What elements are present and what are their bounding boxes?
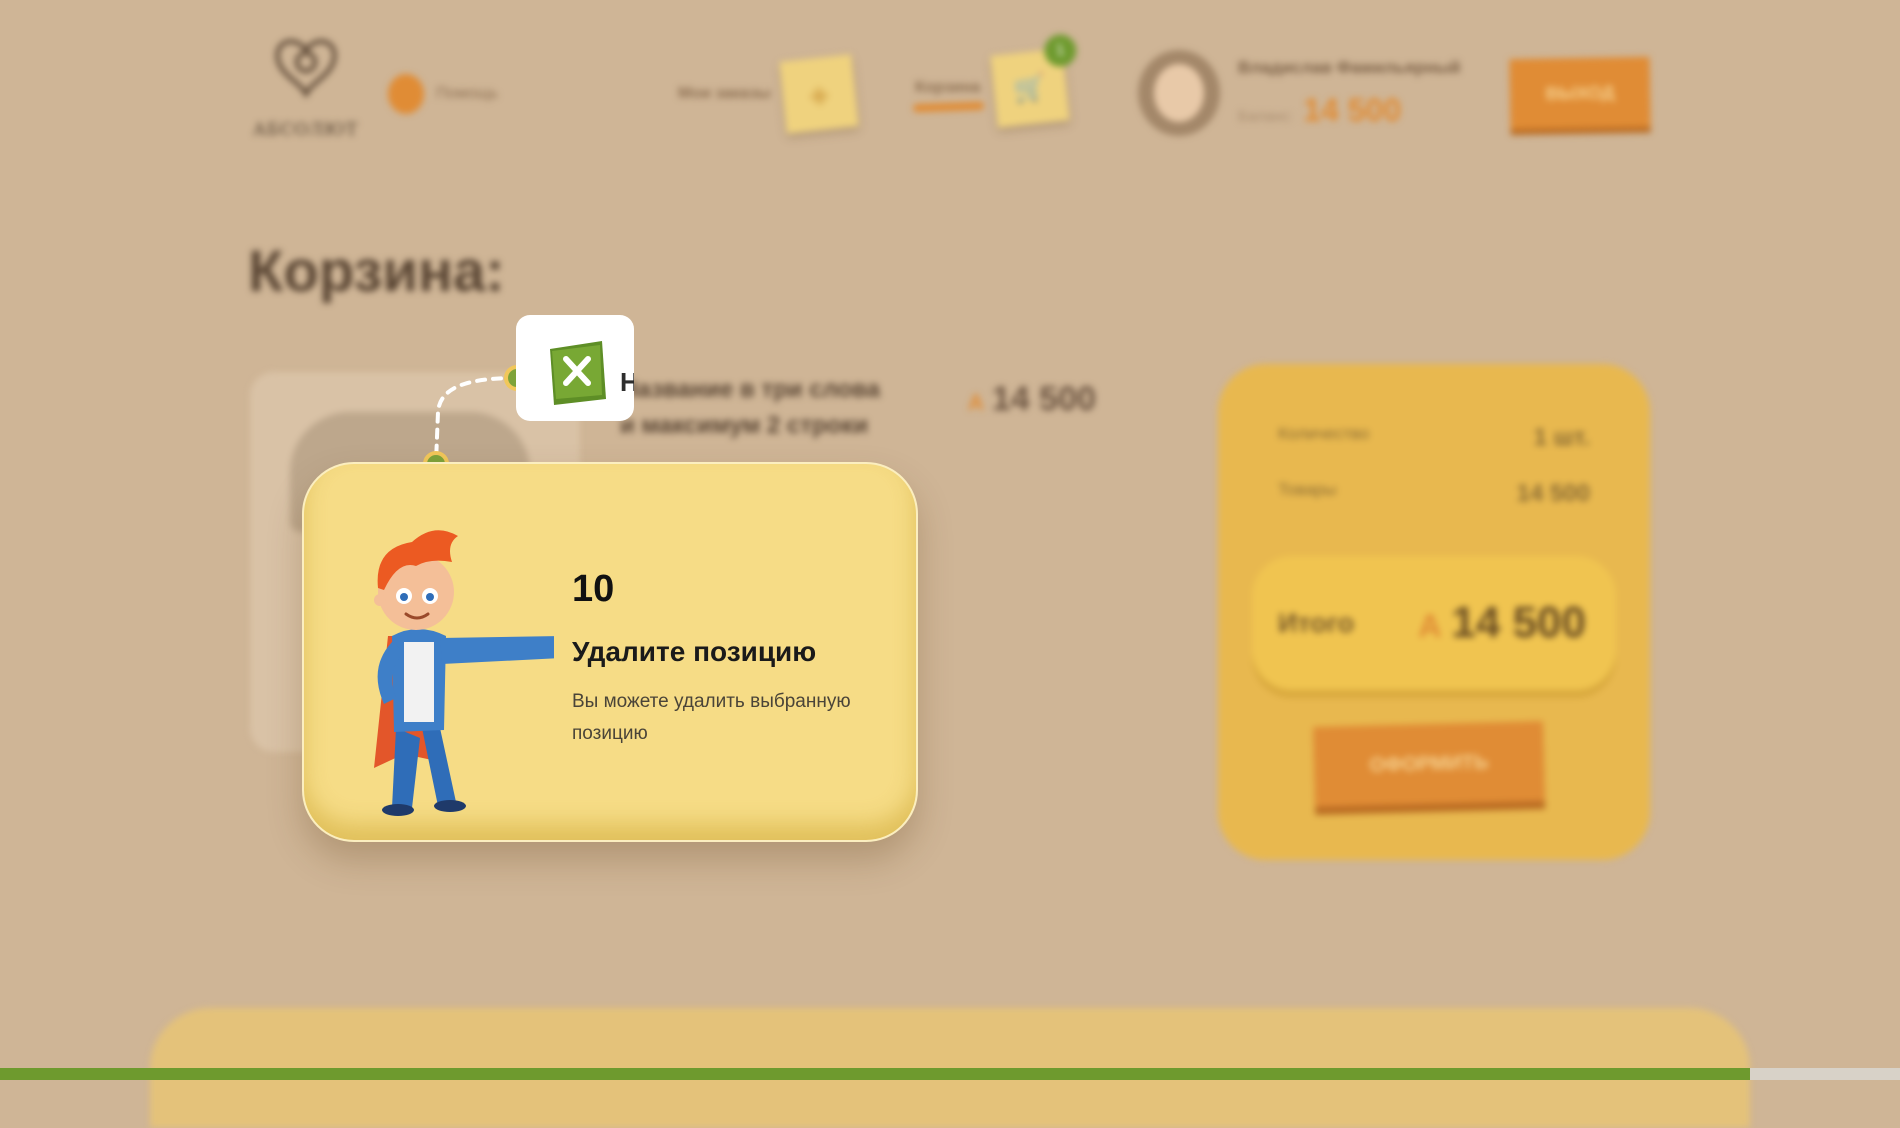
highlighted-delete-target[interactable]: Н xyxy=(516,315,634,421)
tour-step-number: 10 xyxy=(572,568,615,610)
mascot-illustration xyxy=(374,530,554,816)
product-name-peek: Н xyxy=(620,367,634,397)
tooltip-title: Удалите позицию xyxy=(572,636,817,667)
tour-connector xyxy=(423,365,530,477)
tooltip-description: Вы можете удалить выбранную позицию xyxy=(572,691,851,744)
close-icon[interactable] xyxy=(546,339,608,407)
onboarding-tooltip: 10 Удалите позицию Вы можете удалить выб… xyxy=(302,462,918,842)
